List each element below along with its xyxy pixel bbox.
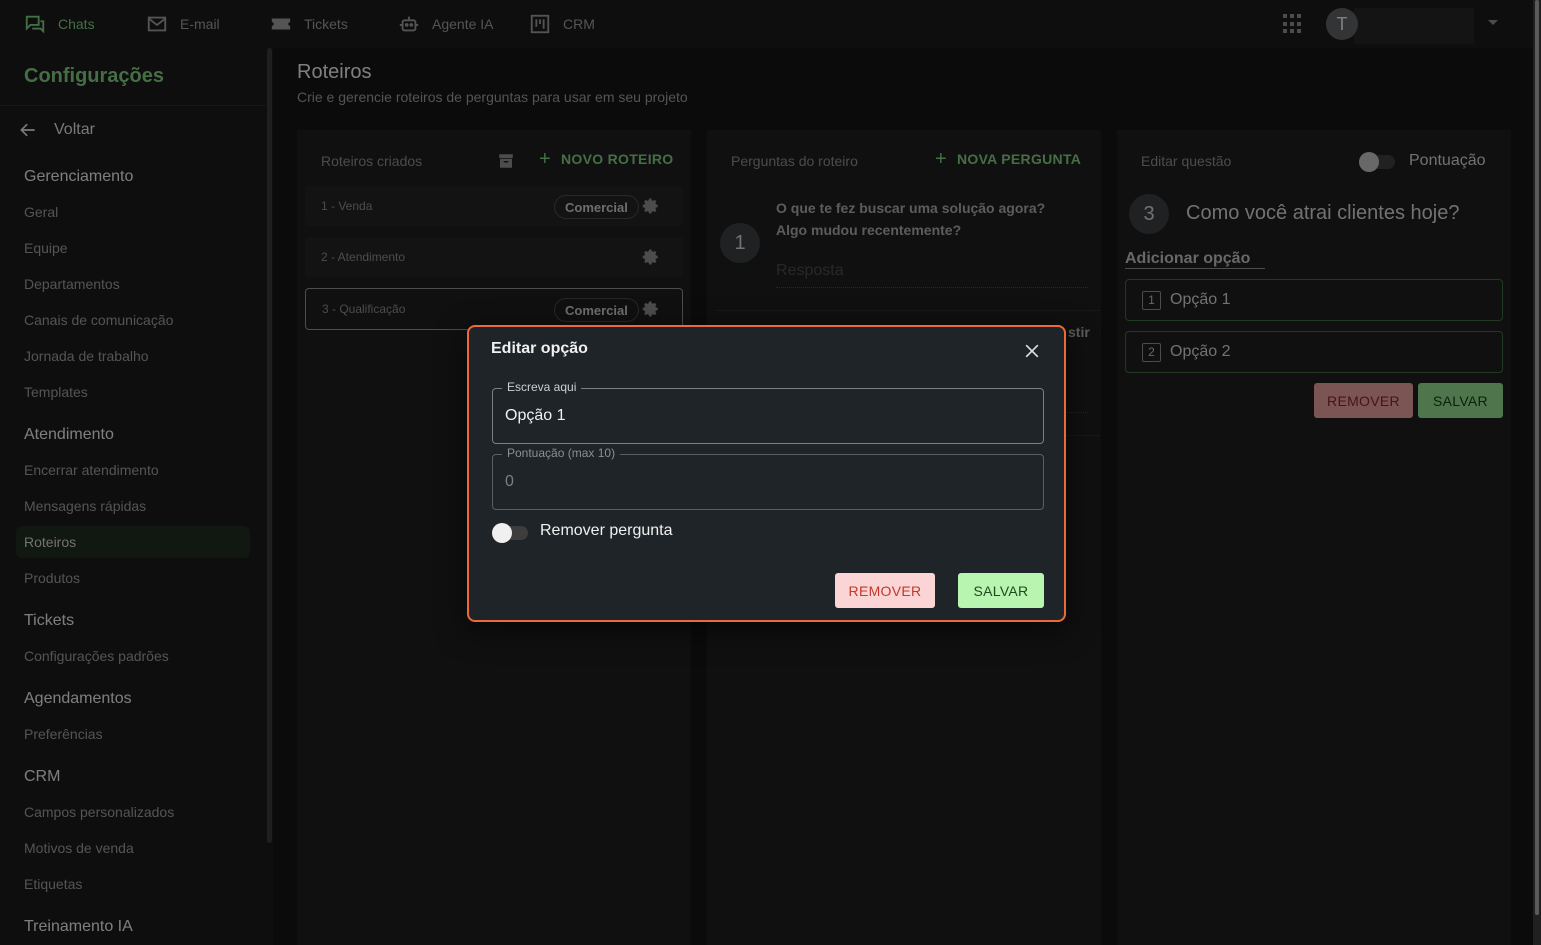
- score-input[interactable]: [505, 471, 1025, 493]
- remove-question-toggle[interactable]: [492, 523, 528, 543]
- score-field[interactable]: Pontuação (max 10): [492, 446, 1044, 510]
- option-text-label: Escreva aqui: [502, 380, 582, 394]
- save-option-button[interactable]: SALVAR: [958, 573, 1044, 608]
- remove-option-button[interactable]: REMOVER: [835, 573, 935, 608]
- close-icon[interactable]: [1022, 341, 1042, 361]
- edit-option-dialog: Editar opção Escreva aqui Pontuação (max…: [467, 325, 1066, 622]
- window-scrollbar[interactable]: [1533, 0, 1541, 945]
- remove-question-toggle-label: Remover pergunta: [540, 522, 673, 539]
- option-text-input[interactable]: [505, 405, 1025, 427]
- dialog-title: Editar opção: [491, 340, 588, 357]
- score-field-label: Pontuação (max 10): [502, 446, 621, 460]
- option-text-field[interactable]: Escreva aqui: [492, 380, 1044, 444]
